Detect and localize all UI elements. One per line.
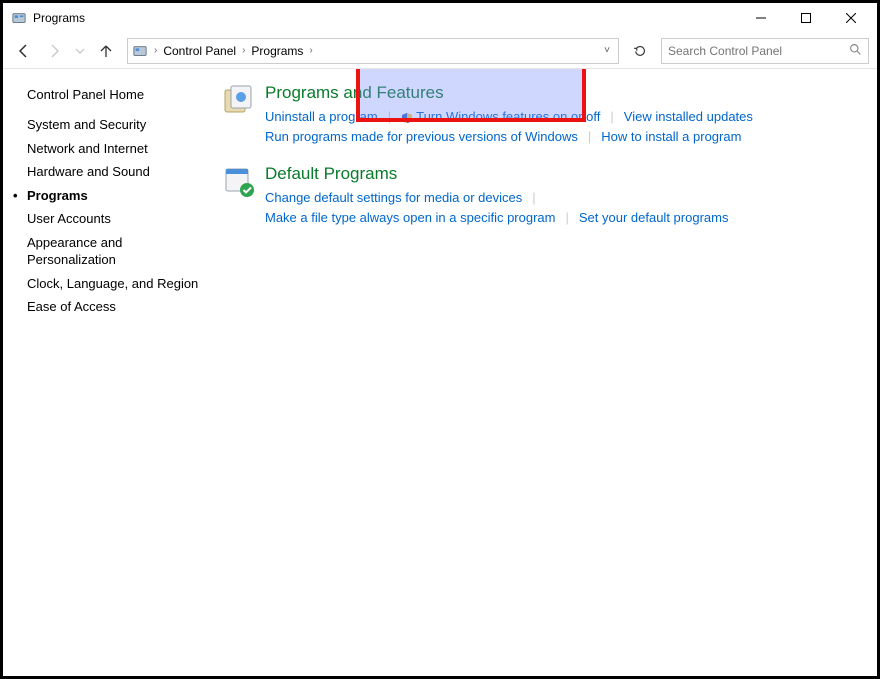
body: Control Panel Home System and Security Ne… [3,69,877,676]
titlebar: Programs [3,3,877,33]
section-default-programs: Default Programs Change default settings… [221,164,857,227]
programs-features-icon [221,83,257,119]
maximize-button[interactable] [783,4,828,32]
close-button[interactable] [828,4,873,32]
sidebar-item[interactable]: Ease of Access [27,298,211,316]
sidebar-item[interactable]: Clock, Language, and Region [27,275,211,293]
content: Programs and Features Uninstall a progra… [221,69,877,676]
default-programs-icon [221,164,257,200]
window-title: Programs [33,11,85,25]
window: Programs [0,0,880,679]
section-title[interactable]: Default Programs [265,164,857,184]
sidebar-home[interactable]: Control Panel Home [27,87,211,102]
chevron-right-icon[interactable]: › [307,45,314,56]
task-how-to-install[interactable]: How to install a program [601,127,741,147]
search-icon[interactable] [849,43,862,59]
address-bar[interactable]: › Control Panel › Programs › ˅ [127,38,619,64]
refresh-button[interactable] [627,38,653,64]
task-row: Run programs made for previous versions … [265,127,857,147]
address-dropdown-icon[interactable]: ˅ [600,45,614,56]
section-title[interactable]: Programs and Features [265,83,857,103]
task-row: Change default settings for media or dev… [265,188,857,208]
forward-button[interactable] [41,38,67,64]
breadcrumb-segment[interactable]: Programs [251,44,303,58]
navbar: › Control Panel › Programs › ˅ [3,33,877,69]
task-media-defaults[interactable]: Change default settings for media or dev… [265,188,522,208]
up-button[interactable] [93,38,119,64]
control-panel-icon [11,10,27,26]
breadcrumb-segment[interactable]: Control Panel [163,44,236,58]
task-row: Uninstall a program | Turn Windows f [265,107,857,127]
sidebar-item[interactable]: Hardware and Sound [27,163,211,181]
shield-icon [401,112,413,124]
task-row: Make a file type always open in a specif… [265,208,857,228]
back-button[interactable] [11,38,37,64]
sidebar: Control Panel Home System and Security Ne… [3,69,221,676]
minimize-button[interactable] [738,4,783,32]
section-programs-and-features: Programs and Features Uninstall a progra… [221,83,857,146]
task-windows-features[interactable]: Turn Windows features on or off [401,107,600,127]
search-box[interactable] [661,38,869,64]
sidebar-item[interactable]: Appearance and Personalization [27,234,211,269]
task-uninstall-program[interactable]: Uninstall a program [265,107,378,127]
sidebar-item[interactable]: System and Security [27,116,211,134]
task-view-updates[interactable]: View installed updates [624,107,753,127]
search-input[interactable] [668,44,849,58]
chevron-right-icon[interactable]: › [240,45,247,56]
sidebar-item[interactable]: User Accounts [27,210,211,228]
sidebar-item[interactable]: Network and Internet [27,140,211,158]
sidebar-item[interactable]: Programs [27,187,211,205]
task-file-type-assoc[interactable]: Make a file type always open in a specif… [265,208,555,228]
address-icon [132,43,148,59]
recent-locations-button[interactable] [71,38,89,64]
task-compat-programs[interactable]: Run programs made for previous versions … [265,127,578,147]
chevron-right-icon[interactable]: › [152,45,159,56]
task-set-defaults[interactable]: Set your default programs [579,208,729,228]
